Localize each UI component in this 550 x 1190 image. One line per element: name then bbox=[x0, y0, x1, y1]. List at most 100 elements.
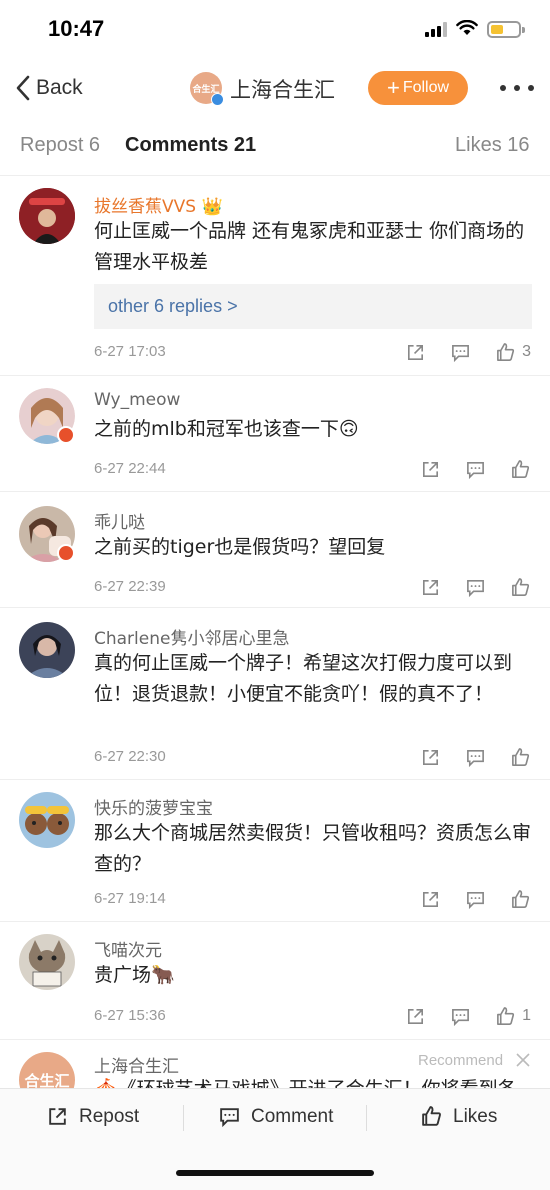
thumbs-up-icon bbox=[512, 889, 530, 908]
comment-time: 6-27 17:03 bbox=[94, 343, 166, 360]
tab-comments[interactable]: Comments 21 bbox=[125, 134, 256, 157]
recommend-label: Recommend bbox=[418, 1052, 504, 1069]
thumbs-up-icon bbox=[497, 1006, 515, 1025]
reply-button[interactable] bbox=[450, 1006, 471, 1027]
comment-time: 6-27 22:30 bbox=[94, 748, 166, 765]
like-count: 3 bbox=[522, 343, 531, 360]
repost-button[interactable] bbox=[405, 342, 426, 363]
avatar[interactable] bbox=[19, 188, 75, 244]
commenter-name[interactable]: 乖儿哒 bbox=[94, 508, 145, 533]
battery-icon bbox=[487, 21, 525, 38]
repost-button[interactable] bbox=[420, 889, 441, 910]
status-bar: 10:47 bbox=[0, 0, 550, 58]
dot-icon bbox=[500, 85, 506, 91]
follow-button[interactable]: + Follow bbox=[368, 71, 468, 105]
like-count: 1 bbox=[522, 1007, 531, 1024]
share-icon bbox=[408, 344, 424, 360]
comment-icon bbox=[452, 1008, 470, 1026]
commenter-name[interactable]: 快乐的菠萝宝宝 bbox=[94, 794, 213, 819]
comment-text: 之前买的tiger也是假货吗？望回复 bbox=[94, 536, 386, 558]
avatar[interactable] bbox=[19, 388, 75, 444]
home-indicator bbox=[176, 1170, 374, 1176]
repost-button[interactable] bbox=[420, 577, 441, 598]
comment-text: 之前的mlb和冠军也该查一下🙃 bbox=[94, 418, 359, 440]
comment-time: 6-27 22:44 bbox=[94, 460, 166, 477]
comment-icon bbox=[452, 344, 470, 362]
comment-text: 真的何止匡威一个牌子！希望这次打假力度可以到位！退货退款！小便宜不能贪吖！假的真… bbox=[94, 652, 513, 705]
comment-time: 6-27 19:14 bbox=[94, 890, 166, 907]
like-button[interactable]: 3 bbox=[495, 342, 531, 363]
signal-icon bbox=[425, 22, 449, 37]
comment-actions bbox=[396, 576, 531, 598]
share-icon bbox=[423, 579, 438, 595]
comment-time: 6-27 22:39 bbox=[94, 578, 166, 595]
reply-button[interactable] bbox=[465, 747, 486, 768]
reply-button[interactable] bbox=[465, 889, 486, 910]
like-button[interactable] bbox=[510, 577, 531, 598]
reply-button[interactable] bbox=[450, 342, 471, 363]
repost-action-button[interactable]: Repost bbox=[46, 1105, 139, 1128]
like-button[interactable]: 1 bbox=[495, 1006, 531, 1027]
follow-label: Follow bbox=[402, 79, 450, 96]
comment-actions: 3 bbox=[381, 341, 531, 363]
plus-icon: + bbox=[386, 75, 400, 100]
avatar-image bbox=[19, 934, 75, 990]
like-button[interactable] bbox=[510, 889, 531, 910]
comment-icon bbox=[220, 1108, 239, 1128]
dot-icon bbox=[514, 85, 520, 91]
account-avatar[interactable]: 合生汇 bbox=[190, 72, 224, 106]
dot-icon bbox=[528, 85, 534, 91]
commenter-name[interactable]: 拔丝香蕉VVS 👑 bbox=[94, 192, 223, 217]
commenter-name[interactable]: Wy_meow bbox=[94, 390, 180, 410]
divider bbox=[366, 1105, 367, 1131]
user-badge-icon bbox=[57, 426, 75, 444]
tab-likes[interactable]: Likes 16 bbox=[455, 134, 530, 157]
like-action-button[interactable]: Likes bbox=[420, 1105, 497, 1128]
avatar[interactable] bbox=[19, 622, 75, 678]
reply-button[interactable] bbox=[465, 577, 486, 598]
avatar-image bbox=[19, 792, 75, 848]
comment-icon bbox=[467, 579, 484, 597]
thumbs-up-icon bbox=[422, 1106, 441, 1126]
avatar[interactable]: 合生汇 bbox=[19, 1052, 75, 1088]
like-button[interactable] bbox=[510, 459, 531, 480]
avatar[interactable] bbox=[19, 506, 75, 562]
comment-item: Charlene隽小邻居心里急 真的何止匡威一个牌子！希望这次打假力度可以到位！… bbox=[0, 608, 550, 780]
more-options-button[interactable] bbox=[500, 85, 534, 93]
repost-button[interactable] bbox=[420, 459, 441, 480]
comment-icon bbox=[467, 461, 484, 479]
avatar-text: 合生汇 bbox=[24, 1071, 70, 1089]
share-icon bbox=[49, 1108, 66, 1125]
avatar[interactable] bbox=[19, 934, 75, 990]
repost-button[interactable] bbox=[420, 747, 441, 768]
comment-icon bbox=[467, 891, 484, 909]
comment-action-button[interactable]: Comment bbox=[218, 1105, 333, 1128]
comment-item: 拔丝香蕉VVS 👑 何止匡威一个品牌 还有鬼冢虎和亚瑟士 你们商场的管理水平极差… bbox=[0, 176, 550, 376]
comment-item: Wy_meow 之前的mlb和冠军也该查一下🙃 6-27 22:44 bbox=[0, 376, 550, 492]
tab-bar: Repost 6 Comments 21 Likes 16 bbox=[0, 118, 550, 176]
chevron-left-icon bbox=[16, 75, 30, 101]
account-name[interactable]: 上海合生汇 bbox=[230, 74, 335, 104]
thumbs-up-icon bbox=[512, 577, 530, 596]
avatar[interactable] bbox=[19, 792, 75, 848]
thumbs-up-icon bbox=[497, 342, 515, 361]
avatar-image bbox=[19, 622, 75, 678]
commenter-name[interactable]: 飞喵次元 bbox=[94, 936, 162, 961]
user-badge-icon bbox=[57, 544, 75, 562]
back-button[interactable]: Back bbox=[14, 72, 83, 104]
view-replies-link[interactable]: other 6 replies > bbox=[94, 284, 532, 329]
share-icon bbox=[423, 749, 438, 765]
close-icon[interactable] bbox=[516, 1053, 530, 1067]
repost-button[interactable] bbox=[405, 1006, 426, 1027]
crown-icon: 👑 bbox=[201, 197, 223, 217]
thumbs-up-icon bbox=[512, 747, 530, 766]
reply-button[interactable] bbox=[465, 459, 486, 480]
tab-repost[interactable]: Repost 6 bbox=[20, 134, 100, 157]
commenter-name[interactable]: Charlene隽小邻居心里急 bbox=[94, 624, 289, 649]
comment-item: 飞喵次元 贵广场🐂 6-27 15:36 1 bbox=[0, 922, 550, 1040]
avatar-image bbox=[19, 188, 75, 244]
comment-icon bbox=[467, 749, 484, 767]
verified-badge-icon bbox=[211, 93, 224, 106]
comment-actions: 1 bbox=[381, 1005, 531, 1027]
like-button[interactable] bbox=[510, 747, 531, 768]
